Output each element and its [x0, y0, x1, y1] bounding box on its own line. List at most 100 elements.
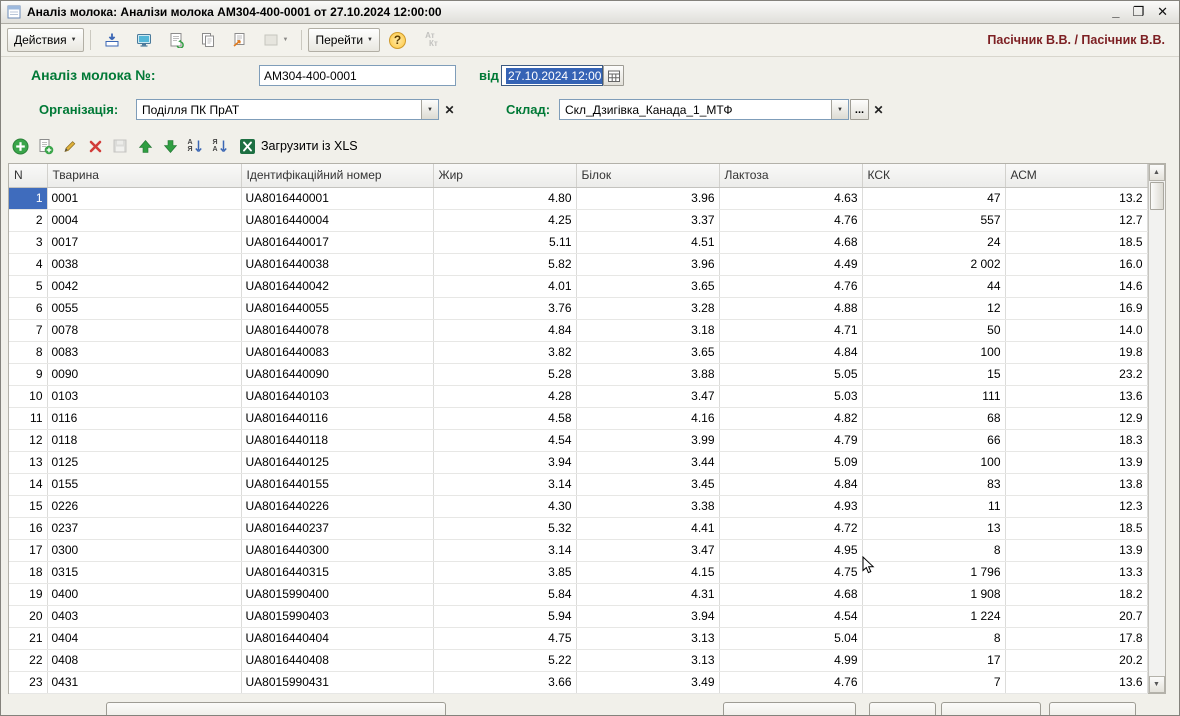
date-input[interactable]: 27.10.2024 12:00	[501, 65, 603, 86]
cell-asm[interactable]: 13.6	[1005, 671, 1148, 694]
add-row-button[interactable]	[9, 135, 31, 157]
cell-asm[interactable]: 14.0	[1005, 319, 1148, 342]
table-row[interactable]: 21 0404 UA8016440404 4.75 3.13 5.04 8 17.8	[9, 627, 1148, 650]
table-row[interactable]: 6 0055 UA8016440055 3.76 3.28 4.88 12 16.9	[9, 297, 1148, 320]
cell-protein[interactable]: 4.51	[576, 231, 720, 254]
table-row[interactable]: 20 0403 UA8015990403 5.94 3.94 4.54 1 224 20.7	[9, 605, 1148, 628]
warehouse-dropdown-button[interactable]: ▼	[831, 100, 848, 119]
cell-protein[interactable]: 3.47	[576, 385, 720, 408]
cell-asm[interactable]: 12.3	[1005, 495, 1148, 518]
cell-protein[interactable]: 3.88	[576, 363, 720, 386]
cell-protein[interactable]: 4.41	[576, 517, 720, 540]
cell-lactose[interactable]: 4.68	[719, 583, 863, 606]
cell-fat[interactable]: 3.14	[433, 473, 577, 496]
cell-lactose[interactable]: 4.63	[719, 187, 863, 210]
cell-n[interactable]: 4	[9, 253, 48, 276]
bottom-button-1[interactable]	[106, 702, 446, 715]
column-header-ksk[interactable]: КСК	[862, 164, 1006, 188]
cell-asm[interactable]: 13.9	[1005, 451, 1148, 474]
cell-n[interactable]: 14	[9, 473, 48, 496]
cell-ksk[interactable]: 7	[862, 671, 1006, 694]
warehouse-combobox[interactable]: Скл_Дзигівка_Канада_1_МТФ ▼	[559, 99, 849, 120]
cell-animal[interactable]: 0078	[47, 319, 242, 342]
cell-n[interactable]: 8	[9, 341, 48, 364]
cell-lactose[interactable]: 4.75	[719, 561, 863, 584]
cell-ksk[interactable]: 1 908	[862, 583, 1006, 606]
cell-fat[interactable]: 3.85	[433, 561, 577, 584]
scrollbar-thumb[interactable]	[1149, 182, 1164, 210]
cell-animal[interactable]: 0103	[47, 385, 242, 408]
cell-lactose[interactable]: 4.76	[719, 275, 863, 298]
table-row[interactable]: 11 0116 UA8016440116 4.58 4.16 4.82 68 12.9	[9, 407, 1148, 430]
cell-fat[interactable]: 5.11	[433, 231, 577, 254]
cell-animal[interactable]: 0155	[47, 473, 242, 496]
go-button[interactable]: Перейти ▼	[308, 28, 380, 52]
cell-n[interactable]: 15	[9, 495, 48, 518]
cell-lactose[interactable]: 5.05	[719, 363, 863, 386]
cell-n[interactable]: 13	[9, 451, 48, 474]
cell-asm[interactable]: 16.9	[1005, 297, 1148, 320]
warehouse-clear-button[interactable]: ✕	[870, 99, 887, 120]
table-row[interactable]: 5 0042 UA8016440042 4.01 3.65 4.76 44 14.6	[9, 275, 1148, 298]
cell-asm[interactable]: 20.2	[1005, 649, 1148, 672]
column-header-lactose[interactable]: Лактоза	[719, 164, 863, 188]
cell-ksk[interactable]: 68	[862, 407, 1006, 430]
cell-lactose[interactable]: 5.09	[719, 451, 863, 474]
help-button[interactable]: ?	[382, 28, 413, 52]
table-row[interactable]: 14 0155 UA8016440155 3.14 3.45 4.84 83 13.8	[9, 473, 1148, 496]
table-row[interactable]: 2 0004 UA8016440004 4.25 3.37 4.76 557 12.7	[9, 209, 1148, 232]
sort-desc-button[interactable]: ЯА	[209, 135, 231, 157]
table-row[interactable]: 3 0017 UA8016440017 5.11 4.51 4.68 24 18.5	[9, 231, 1148, 254]
cell-animal[interactable]: 0004	[47, 209, 242, 232]
cell-ksk[interactable]: 11	[862, 495, 1006, 518]
cell-fat[interactable]: 4.30	[433, 495, 577, 518]
reread-button[interactable]	[161, 28, 191, 52]
cell-lactose[interactable]: 4.54	[719, 605, 863, 628]
cell-lactose[interactable]: 4.71	[719, 319, 863, 342]
move-down-button[interactable]	[159, 135, 181, 157]
cell-protein[interactable]: 3.47	[576, 539, 720, 562]
cell-id[interactable]: UA8016440004	[241, 209, 434, 232]
cell-n[interactable]: 1	[9, 187, 48, 210]
table-row[interactable]: 10 0103 UA8016440103 4.28 3.47 5.03 111 13.6	[9, 385, 1148, 408]
cell-protein[interactable]: 4.16	[576, 407, 720, 430]
cell-protein[interactable]: 3.38	[576, 495, 720, 518]
copy-row-button[interactable]	[34, 135, 56, 157]
table-row[interactable]: 17 0300 UA8016440300 3.14 3.47 4.95 8 13.9	[9, 539, 1148, 562]
cell-id[interactable]: UA8015990400	[241, 583, 434, 606]
cell-ksk[interactable]: 66	[862, 429, 1006, 452]
cell-n[interactable]: 6	[9, 297, 48, 320]
cell-ksk[interactable]: 100	[862, 451, 1006, 474]
cell-animal[interactable]: 0083	[47, 341, 242, 364]
cell-asm[interactable]: 13.2	[1005, 187, 1148, 210]
cell-id[interactable]: UA8016440103	[241, 385, 434, 408]
cell-protein[interactable]: 3.94	[576, 605, 720, 628]
cell-animal[interactable]: 0116	[47, 407, 242, 430]
save-button[interactable]	[97, 28, 127, 52]
edit-row-button[interactable]	[59, 135, 81, 157]
cell-asm[interactable]: 13.3	[1005, 561, 1148, 584]
cell-animal[interactable]: 0090	[47, 363, 242, 386]
cell-animal[interactable]: 0042	[47, 275, 242, 298]
cell-ksk[interactable]: 2 002	[862, 253, 1006, 276]
cell-protein[interactable]: 3.13	[576, 649, 720, 672]
cell-fat[interactable]: 4.01	[433, 275, 577, 298]
cell-fat[interactable]: 4.84	[433, 319, 577, 342]
cell-n[interactable]: 10	[9, 385, 48, 408]
cell-asm[interactable]: 18.2	[1005, 583, 1148, 606]
cell-n[interactable]: 16	[9, 517, 48, 540]
cell-lactose[interactable]: 4.82	[719, 407, 863, 430]
cell-id[interactable]: UA8016440083	[241, 341, 434, 364]
cell-id[interactable]: UA8016440237	[241, 517, 434, 540]
cell-animal[interactable]: 0017	[47, 231, 242, 254]
more-actions-button[interactable]: ▼	[257, 28, 296, 52]
minimize-button[interactable]: _	[1112, 5, 1119, 19]
cell-animal[interactable]: 0237	[47, 517, 242, 540]
cell-animal[interactable]: 0118	[47, 429, 242, 452]
cell-fat[interactable]: 3.76	[433, 297, 577, 320]
cell-id[interactable]: UA8016440038	[241, 253, 434, 276]
table-row[interactable]: 13 0125 UA8016440125 3.94 3.44 5.09 100 13.9	[9, 451, 1148, 474]
cell-protein[interactable]: 3.96	[576, 187, 720, 210]
cell-asm[interactable]: 13.6	[1005, 385, 1148, 408]
cell-ksk[interactable]: 13	[862, 517, 1006, 540]
